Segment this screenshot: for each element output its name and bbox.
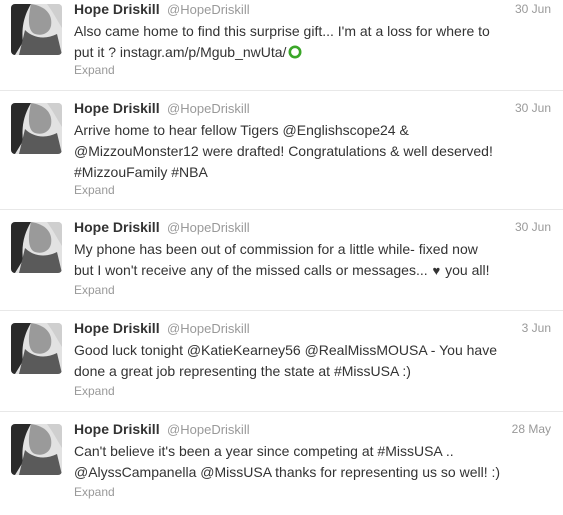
- author-fullname[interactable]: Hope Driskill: [74, 1, 160, 17]
- tweet-item[interactable]: Hope Driskill @HopeDriskill 30 Jun My ph…: [0, 210, 563, 311]
- tweet-text-line: @AlyssCampanella @MissUSA thanks for rep…: [74, 464, 501, 480]
- tweet-header: Hope Driskill @HopeDriskill 30 Jun: [74, 219, 551, 237]
- avatar[interactable]: [11, 222, 62, 273]
- tweet-text: Arrive home to hear fellow Tigers @Engli…: [74, 120, 524, 183]
- author-fullname[interactable]: Hope Driskill: [74, 219, 160, 235]
- author-username[interactable]: @HopeDriskill: [167, 2, 250, 17]
- tweet-text-segment: put it ? instagr.am/p/Mgub_nwUta/: [74, 44, 287, 60]
- tweet-timestamp[interactable]: 3 Jun: [522, 321, 551, 335]
- avatar[interactable]: [11, 4, 62, 55]
- heart-icon: ♥: [432, 263, 441, 278]
- author-username[interactable]: @HopeDriskill: [167, 321, 250, 336]
- avatar[interactable]: [11, 103, 62, 154]
- avatar-photo: [11, 323, 62, 374]
- tweet-text: Can't believe it's been a year since com…: [74, 441, 524, 483]
- avatar-photo: [11, 424, 62, 475]
- tweet-text-line: #MizzouFamily #NBA: [74, 164, 208, 180]
- tweet-header: Hope Driskill @HopeDriskill 3 Jun: [74, 320, 551, 338]
- avatar[interactable]: [11, 323, 62, 374]
- tweet-text: Good luck tonight @KatieKearney56 @RealM…: [74, 340, 524, 382]
- tweet-text: Also came home to find this surprise gif…: [74, 21, 524, 63]
- tweet-timestamp[interactable]: 30 Jun: [515, 2, 551, 16]
- tweet-text-segment: but I won't receive any of the missed ca…: [74, 262, 428, 278]
- avatar-photo: [11, 103, 62, 154]
- tweet-text-segment: you all!: [445, 262, 490, 278]
- author-username[interactable]: @HopeDriskill: [167, 422, 250, 437]
- tweet-text-line: put it ? instagr.am/p/Mgub_nwUta/: [74, 42, 524, 63]
- expand-link[interactable]: Expand: [74, 485, 115, 499]
- tweet-item[interactable]: Hope Driskill @HopeDriskill 28 May Can't…: [0, 412, 563, 515]
- tweet-text-line: done a great job representing the state …: [74, 363, 411, 379]
- author-username[interactable]: @HopeDriskill: [167, 101, 250, 116]
- tweet-text-line: Also came home to find this surprise gif…: [74, 23, 490, 39]
- tweet-item[interactable]: Hope Driskill @HopeDriskill 30 Jun Also …: [0, 0, 563, 91]
- expand-link[interactable]: Expand: [74, 63, 115, 77]
- tweet-text-line: @MizzouMonster12 were drafted! Congratul…: [74, 143, 493, 159]
- avatar-photo: [11, 222, 62, 273]
- expand-link[interactable]: Expand: [74, 183, 115, 197]
- tweet-text: My phone has been out of commission for …: [74, 239, 524, 281]
- author-fullname[interactable]: Hope Driskill: [74, 320, 160, 336]
- author-fullname[interactable]: Hope Driskill: [74, 421, 160, 437]
- tweet-stream: Hope Driskill @HopeDriskill 30 Jun Also …: [0, 0, 563, 515]
- tweet-text-line: Can't believe it's been a year since com…: [74, 443, 454, 459]
- tweet-header: Hope Driskill @HopeDriskill 30 Jun: [74, 100, 551, 118]
- tweet-text-line: Arrive home to hear fellow Tigers @Engli…: [74, 122, 409, 138]
- tweet-header: Hope Driskill @HopeDriskill 28 May: [74, 421, 551, 439]
- author-fullname[interactable]: Hope Driskill: [74, 100, 160, 116]
- green-ring-emoji-icon: [288, 45, 302, 59]
- expand-link[interactable]: Expand: [74, 283, 115, 297]
- tweet-item[interactable]: Hope Driskill @HopeDriskill 30 Jun Arriv…: [0, 91, 563, 210]
- tweet-timestamp[interactable]: 30 Jun: [515, 101, 551, 115]
- tweet-text-line: Good luck tonight @KatieKearney56 @RealM…: [74, 342, 497, 358]
- expand-link[interactable]: Expand: [74, 384, 115, 398]
- tweet-text-line: My phone has been out of commission for …: [74, 241, 478, 257]
- tweet-item[interactable]: Hope Driskill @HopeDriskill 3 Jun Good l…: [0, 311, 563, 412]
- tweet-text-line: but I won't receive any of the missed ca…: [74, 260, 524, 281]
- avatar[interactable]: [11, 424, 62, 475]
- avatar-photo: [11, 4, 62, 55]
- author-username[interactable]: @HopeDriskill: [167, 220, 250, 235]
- tweet-timestamp[interactable]: 28 May: [512, 422, 551, 436]
- tweet-timestamp[interactable]: 30 Jun: [515, 220, 551, 234]
- tweet-header: Hope Driskill @HopeDriskill 30 Jun: [74, 1, 551, 19]
